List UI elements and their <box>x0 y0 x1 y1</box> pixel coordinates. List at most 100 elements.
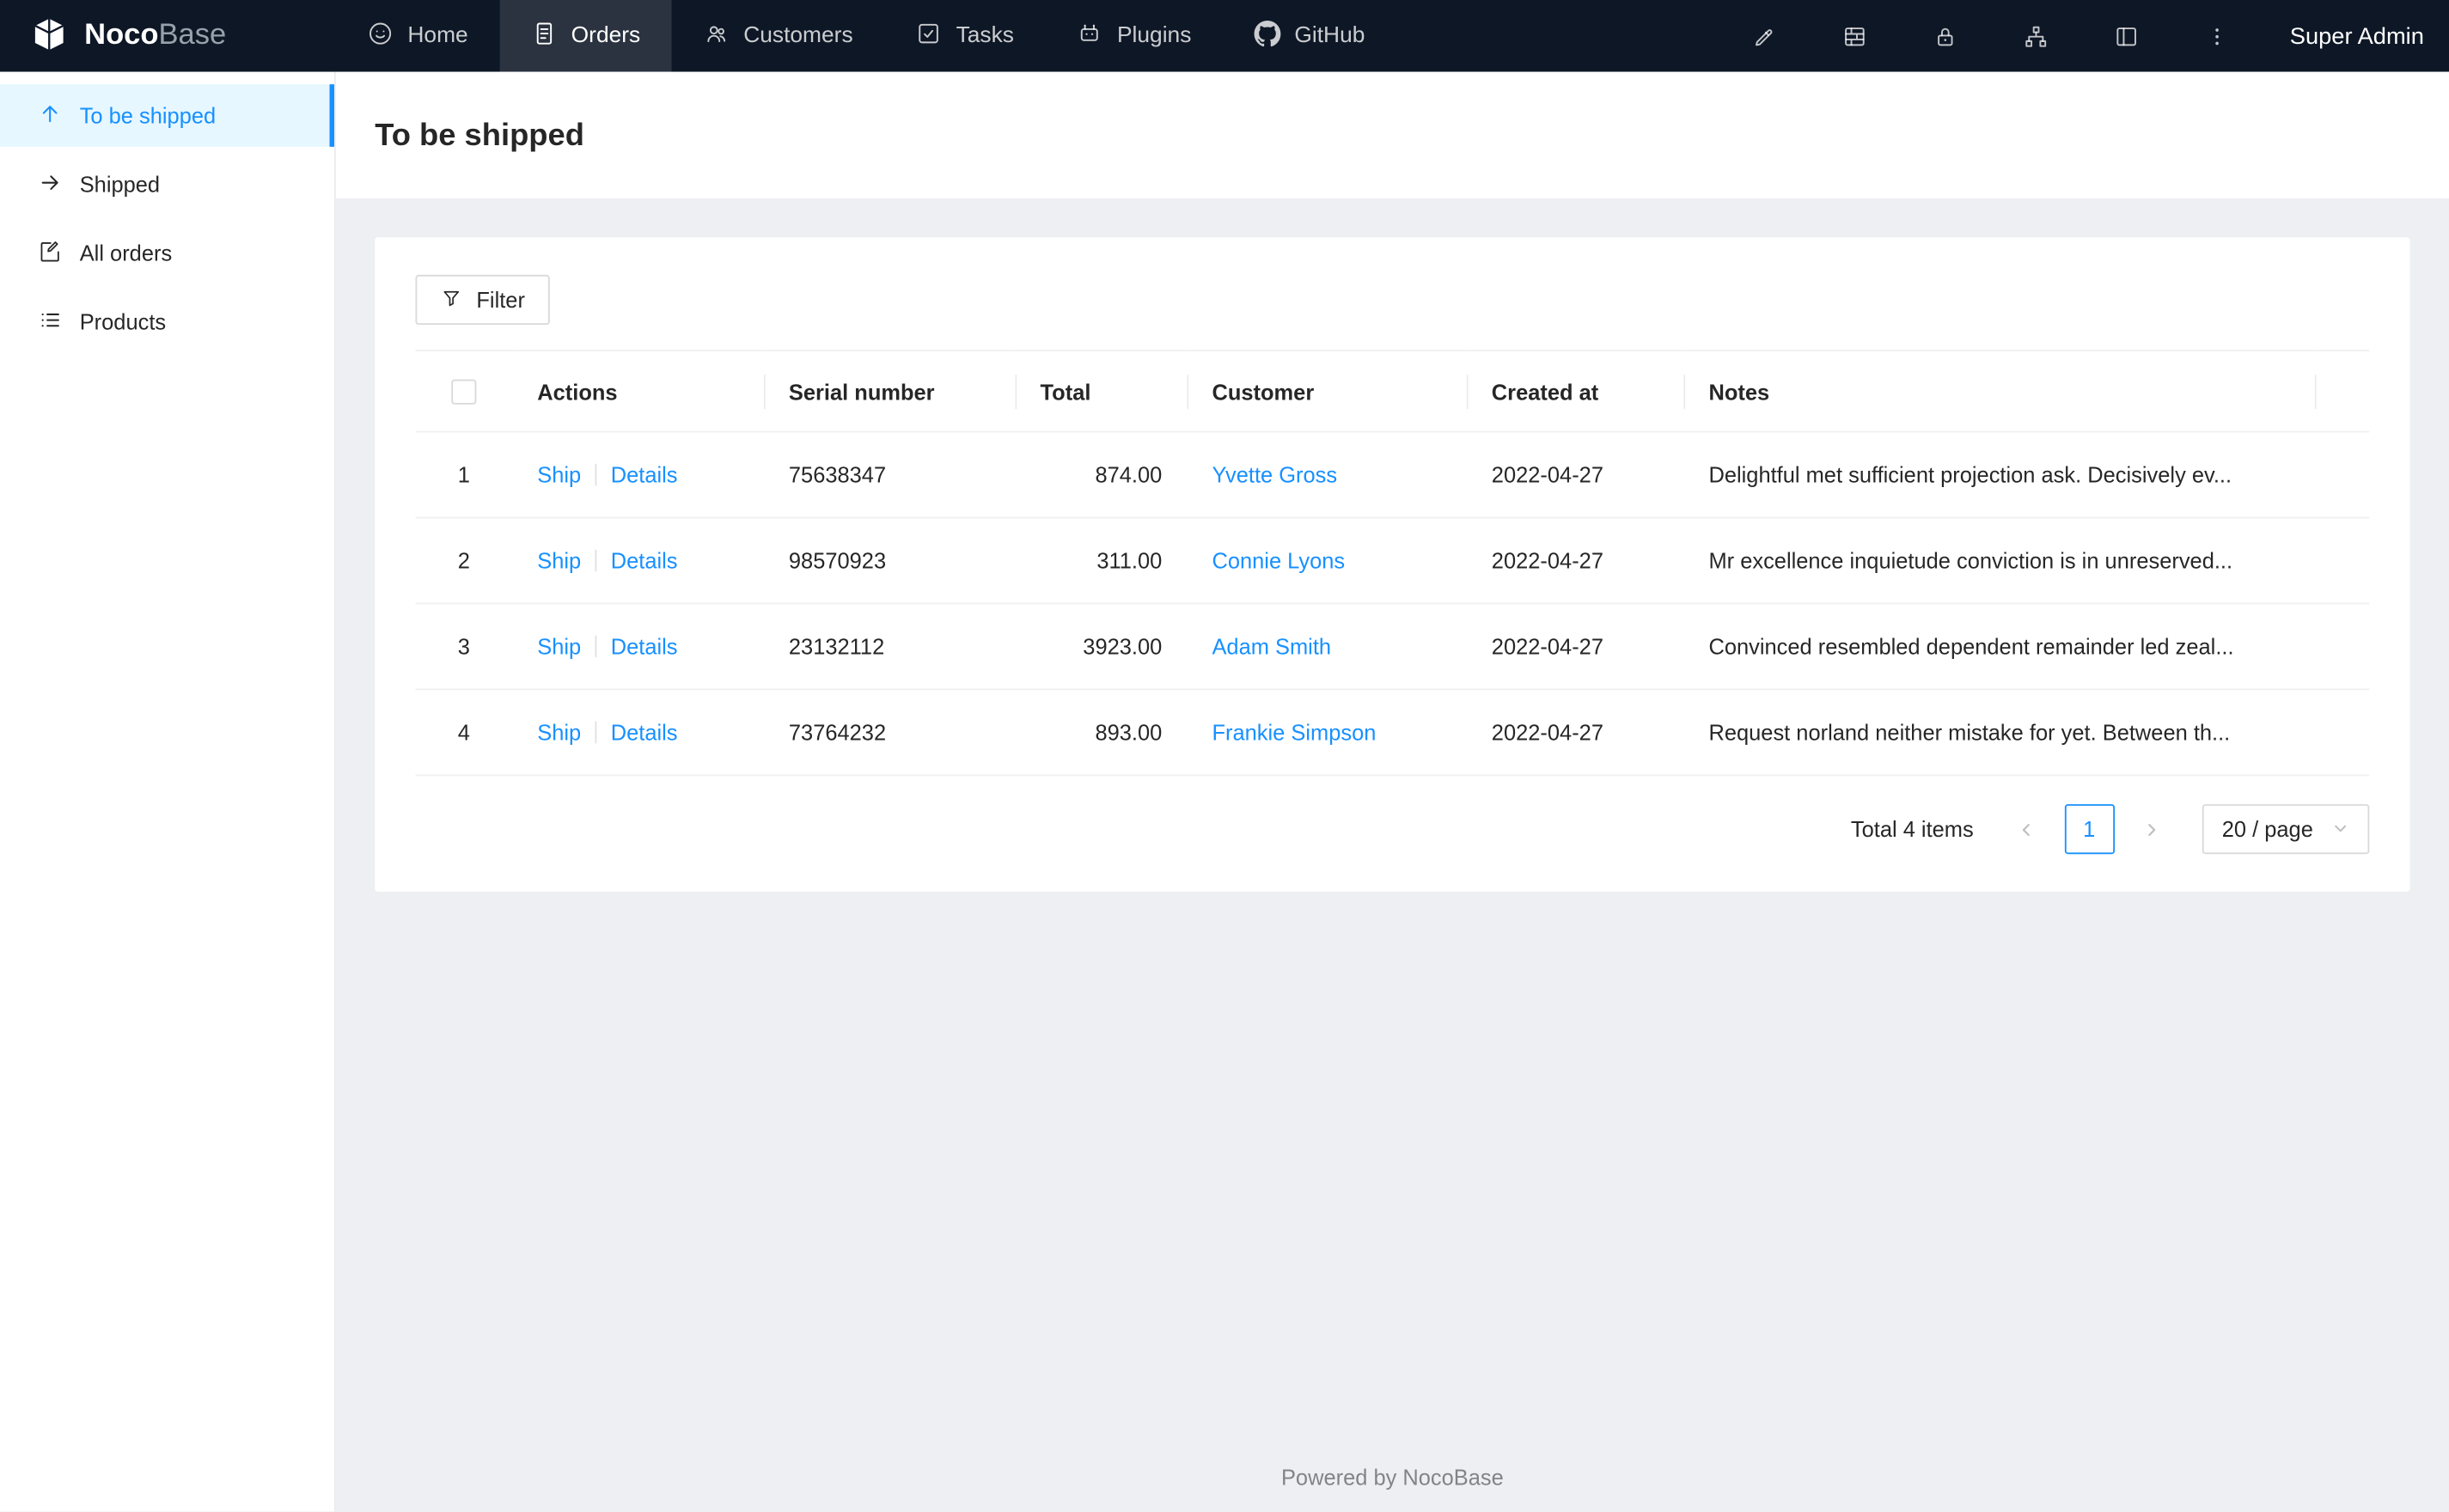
nocobase-logo[interactable]: NocoBase <box>0 0 336 72</box>
customer-link[interactable]: Yvette Gross <box>1212 463 1337 488</box>
app: NocoBase Home Orders Customers Tasks Plu… <box>0 0 2449 1512</box>
filter-funnel-icon <box>441 287 462 314</box>
arrow-up-icon <box>38 101 63 131</box>
nav-item-label: Home <box>407 23 468 49</box>
ship-link[interactable]: Ship <box>537 720 581 745</box>
notes-cell: Mr excellence inquietude conviction is i… <box>1683 518 2315 605</box>
ship-link[interactable]: Ship <box>537 463 581 488</box>
ship-link[interactable]: Ship <box>537 634 581 659</box>
more-icon[interactable] <box>2187 0 2246 72</box>
nav-item-tasks[interactable]: Tasks <box>884 0 1045 72</box>
created-at-cell: 2022-04-27 <box>1466 518 1684 605</box>
notes-cell: Delightful met sufficient projection ask… <box>1683 432 2315 519</box>
layout-icon[interactable] <box>2096 0 2155 72</box>
customer-link[interactable]: Connie Lyons <box>1212 549 1345 574</box>
total-cell: 3923.00 <box>1015 604 1188 691</box>
action-divider <box>595 636 597 658</box>
details-link[interactable]: Details <box>611 720 678 745</box>
column-header-created-at: Created at <box>1466 350 1684 434</box>
column-header-notes: Notes <box>1683 350 2315 434</box>
customer-link[interactable]: Adam Smith <box>1212 634 1331 659</box>
filter-button[interactable]: Filter <box>415 274 551 326</box>
footer-text: Powered by NocoBase <box>1280 1464 1504 1490</box>
pagination-page-1[interactable]: 1 <box>2064 804 2115 855</box>
page-header: To be shipped <box>335 71 2449 198</box>
navbar-menu: Home Orders Customers Tasks Plugins GitH… <box>336 0 1396 72</box>
table-row: 2 Ship Details 98570923 311.00 Connie Lyo… <box>415 518 2370 605</box>
serial-number-cell: 98570923 <box>763 518 1016 605</box>
column-header-total: Total <box>1015 350 1188 434</box>
top-navbar: NocoBase Home Orders Customers Tasks Plu… <box>0 0 2449 72</box>
sidebar-item-label: Shipped <box>79 171 161 198</box>
select-all-checkbox[interactable] <box>451 380 477 405</box>
page-size-select[interactable]: 20 / page <box>2202 804 2370 855</box>
user-menu[interactable]: Super Admin <box>2290 22 2424 49</box>
content-area: Filter Actions Serial number Total Custo… <box>336 198 2449 931</box>
pagination-total: Total 4 items <box>1850 817 1974 843</box>
notes-cell: Request norland neither mistake for yet.… <box>1683 690 2315 777</box>
row-index: 4 <box>457 720 470 746</box>
total-cell: 874.00 <box>1015 432 1188 519</box>
sidebar-item-label: Products <box>79 308 167 334</box>
nav-item-github[interactable]: GitHub <box>1223 0 1396 72</box>
column-header-serial-number: Serial number <box>763 350 1016 434</box>
created-at-cell: 2022-04-27 <box>1466 604 1684 691</box>
customer-link[interactable]: Frankie Simpson <box>1212 720 1376 745</box>
column-header-actions: Actions <box>512 350 764 434</box>
main-area: To be shipped Filter Actions Serial numb… <box>335 71 2449 1512</box>
table-row: 1 Ship Details 75638347 874.00 Yvette Gro… <box>415 432 2370 519</box>
logo-text-light: Base <box>158 18 227 52</box>
created-at-cell: 2022-04-27 <box>1466 432 1684 519</box>
navbar-actions: Super Admin <box>1734 0 2449 72</box>
filter-button-label: Filter <box>476 287 525 313</box>
sidebar-item-label: To be shipped <box>79 102 217 129</box>
plugins-robot-icon <box>1077 20 1103 52</box>
body-layout: To be shipped Shipped All orders Product… <box>0 71 2449 1512</box>
home-smile-icon <box>367 20 394 52</box>
lock-icon[interactable] <box>1915 0 1975 72</box>
arrow-right-icon <box>38 169 63 199</box>
details-link[interactable]: Details <box>611 549 678 574</box>
sidebar-item-all-orders[interactable]: All orders <box>0 222 334 284</box>
table-row: 3 Ship Details 23132112 3923.00 Adam Smit… <box>415 604 2370 691</box>
nav-item-orders[interactable]: Orders <box>499 0 672 72</box>
total-cell: 311.00 <box>1015 518 1188 605</box>
created-at-cell: 2022-04-27 <box>1466 690 1684 777</box>
ui-editor-pen-icon[interactable] <box>1734 0 1793 72</box>
pagination-prev-button[interactable] <box>2001 805 2051 855</box>
sidebar-item-shipped[interactable]: Shipped <box>0 153 334 216</box>
action-divider <box>595 464 597 486</box>
sidebar-item-products[interactable]: Products <box>0 290 334 353</box>
logo-text: NocoBase <box>84 19 226 53</box>
page-title: To be shipped <box>375 119 584 154</box>
sidebar-item-to-be-shipped[interactable]: To be shipped <box>0 84 334 147</box>
column-header-customer: Customer <box>1187 350 1467 434</box>
org-chart-icon[interactable] <box>2006 0 2065 72</box>
table-header-row: Actions Serial number Total Customer Cre… <box>415 350 2370 434</box>
all-orders-file-icon <box>38 238 63 268</box>
total-cell: 893.00 <box>1015 690 1188 777</box>
row-index: 3 <box>457 634 470 660</box>
column-header-spacer <box>2314 350 2370 434</box>
row-index: 1 <box>457 462 470 488</box>
nav-item-home[interactable]: Home <box>336 0 499 72</box>
details-link[interactable]: Details <box>611 463 678 488</box>
details-link[interactable]: Details <box>611 634 678 659</box>
sidebar-item-label: All orders <box>79 240 173 265</box>
nav-item-plugins[interactable]: Plugins <box>1045 0 1222 72</box>
nocobase-logo-icon <box>28 15 70 57</box>
pagination-next-button[interactable] <box>2127 805 2177 855</box>
notes-cell: Convinced resembled dependent remainder … <box>1683 604 2315 691</box>
sidebar: To be shipped Shipped All orders Product… <box>0 71 336 1512</box>
action-divider <box>595 722 597 744</box>
table-row: 4 Ship Details 73764232 893.00 Frankie Si… <box>415 690 2370 777</box>
chevron-down-icon <box>2332 817 2349 842</box>
orders-card: Filter Actions Serial number Total Custo… <box>375 237 2410 893</box>
collections-icon[interactable] <box>1824 0 1884 72</box>
pagination: Total 4 items 1 20 / page <box>415 804 2370 868</box>
ship-link[interactable]: Ship <box>537 549 581 574</box>
serial-number-cell: 73764232 <box>763 690 1016 777</box>
nav-item-customers[interactable]: Customers <box>672 0 884 72</box>
nav-item-label: GitHub <box>1294 23 1365 49</box>
nav-item-label: Tasks <box>956 23 1014 49</box>
